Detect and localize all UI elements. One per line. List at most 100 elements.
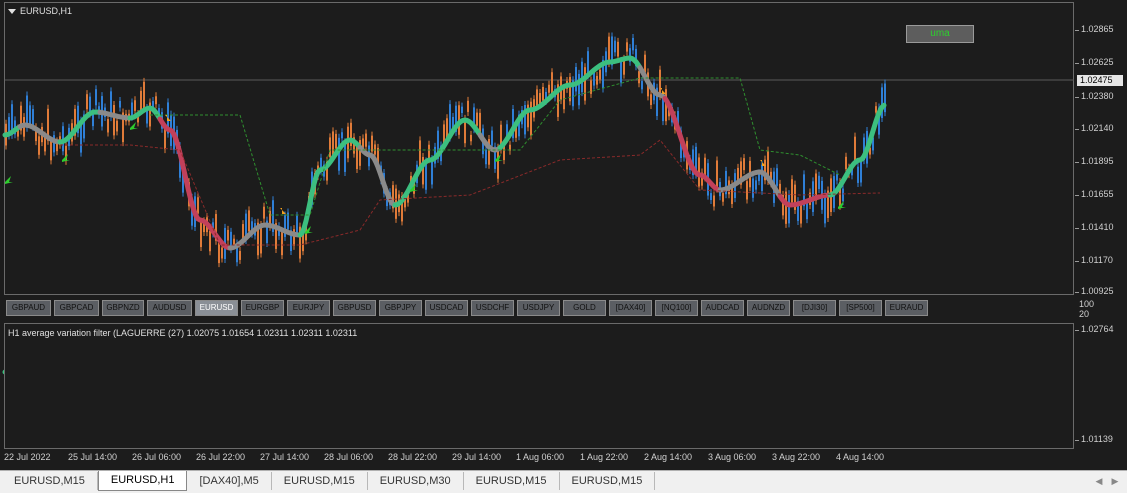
time-label: 28 Jul 22:00 [388, 452, 438, 462]
chart-tab-active[interactable]: EURUSD,H1 [97, 471, 188, 491]
symbol-button[interactable]: [DJI30] [793, 300, 836, 316]
symbol-button[interactable]: EURAUD [885, 300, 928, 316]
candle-body [107, 119, 109, 133]
candle-body [860, 161, 862, 183]
chart-tab[interactable]: EURUSD,M30 [368, 472, 464, 490]
candle-body [329, 137, 331, 158]
symbol-button[interactable]: AUDUSD [147, 300, 192, 316]
chart-title[interactable]: EURUSD,H1 [8, 6, 72, 16]
filter-line-segment [662, 95, 722, 193]
candle-body [776, 168, 778, 186]
chevron-down-icon[interactable] [8, 8, 16, 14]
sub-scale-top: 100 [1079, 299, 1095, 309]
candle-body [248, 210, 250, 232]
candle-body [116, 120, 118, 132]
price-label: 1.02625 [1081, 57, 1114, 67]
indicator-pane[interactable] [4, 323, 1074, 449]
candle-body [788, 194, 790, 224]
symbol-button[interactable]: [NQ100] [655, 300, 698, 316]
candle-body [857, 166, 859, 183]
candle-body [341, 132, 343, 139]
candle-body [599, 69, 601, 80]
candle-body [620, 60, 622, 83]
candle-body [239, 250, 241, 260]
candle-body [113, 105, 115, 136]
candle-body [131, 102, 133, 117]
price-label: 1.01170 [1081, 255, 1113, 265]
chart-tabs: EURUSD,M15 EURUSD,H1 [DAX40],M5 EURUSD,M… [0, 470, 1127, 493]
symbol-button[interactable]: GOLD [563, 300, 606, 316]
candle-body [260, 224, 262, 254]
candle-body [461, 106, 463, 114]
symbol-button[interactable]: EURGBP [241, 300, 284, 316]
symbol-button[interactable]: [SP500] [839, 300, 882, 316]
time-label: 2 Aug 14:00 [644, 452, 693, 462]
candle-body [86, 94, 88, 110]
candle-body [548, 84, 550, 93]
candle-body [140, 90, 142, 111]
candle-body [491, 130, 493, 146]
chart-title-label: EURUSD,H1 [20, 6, 73, 16]
candle-body [227, 229, 229, 241]
uma-badge[interactable]: uma [906, 25, 974, 43]
time-axis[interactable]: 22 Jul 2022 25 Jul 14:00 26 Jul 06:00 26… [4, 450, 1074, 464]
chart-tab[interactable]: [DAX40],M5 [187, 472, 272, 490]
time-label: 22 Jul 2022 [4, 452, 51, 462]
current-price-label: 1.02475 [1077, 75, 1123, 86]
time-label: 1 Aug 22:00 [580, 452, 629, 462]
candle-body [596, 75, 598, 85]
price-label: 1.02865 [1081, 24, 1114, 34]
time-label: 27 Jul 14:00 [260, 452, 310, 462]
symbol-button[interactable]: USDCHF [471, 300, 514, 316]
indicator-scale[interactable]: 1.02764 1.01139 [1075, 323, 1127, 449]
candle-body [818, 175, 820, 190]
indicator-title: H1 average variation filter (LAGUERRE (2… [8, 328, 358, 338]
candle-body [842, 188, 844, 202]
candle-body [713, 195, 715, 207]
candle-body [836, 174, 838, 181]
candle-body [164, 128, 166, 150]
symbol-button[interactable]: GBPUSD [333, 300, 376, 316]
candle-body [344, 142, 346, 172]
tab-scroll-right-icon[interactable]: ▶ [1108, 474, 1122, 488]
tab-scroll-left-icon[interactable]: ◀ [1092, 474, 1106, 488]
price-label: 1.01410 [1081, 222, 1114, 232]
symbol-button-active[interactable]: EURUSD [195, 300, 238, 316]
candle-body [551, 72, 553, 95]
time-label: 25 Jul 14:00 [68, 452, 118, 462]
symbol-button[interactable]: USDJPY [517, 300, 560, 316]
chart-tab[interactable]: EURUSD,M15 [560, 472, 656, 490]
buy-arrow-icon [5, 176, 13, 184]
symbol-button[interactable]: GBPJPY [379, 300, 422, 316]
symbol-button[interactable]: GBPAUD [6, 300, 51, 316]
candle-body [497, 147, 499, 179]
chart-tab[interactable]: EURUSD,M15 [464, 472, 560, 490]
symbol-button[interactable]: USDCAD [425, 300, 468, 316]
candle-body [743, 158, 745, 171]
candle-body [371, 135, 373, 152]
candle-body [197, 197, 199, 214]
candle-body [143, 81, 145, 110]
price-label: 1.02140 [1081, 123, 1114, 133]
symbol-button[interactable]: GBPCAD [54, 300, 99, 316]
candle-body [470, 134, 472, 142]
candle-body [95, 89, 97, 106]
symbol-button[interactable]: AUDCAD [701, 300, 744, 316]
indicator-scale-label: 1.02764 [1081, 324, 1114, 334]
chart-tab[interactable]: EURUSD,M15 [2, 472, 98, 490]
symbol-button[interactable]: EURJPY [287, 300, 330, 316]
price-label: 1.02380 [1081, 91, 1114, 101]
symbol-button[interactable]: AUDNZD [747, 300, 790, 316]
candle-body [650, 94, 652, 105]
time-label: 28 Jul 06:00 [324, 452, 374, 462]
chart-tab[interactable]: EURUSD,M15 [272, 472, 368, 490]
price-scale[interactable]: 1.02865 1.02625 1.02380 1.02140 1.01895 … [1075, 2, 1127, 296]
candle-body [716, 160, 718, 189]
candle-body [710, 193, 712, 201]
symbol-button[interactable]: [DAX40] [609, 300, 652, 316]
candle-body [134, 100, 136, 111]
symbol-button[interactable]: GBPNZD [102, 300, 144, 316]
candle-body [467, 100, 469, 112]
candle-body [785, 191, 787, 224]
candle-body [119, 100, 121, 108]
